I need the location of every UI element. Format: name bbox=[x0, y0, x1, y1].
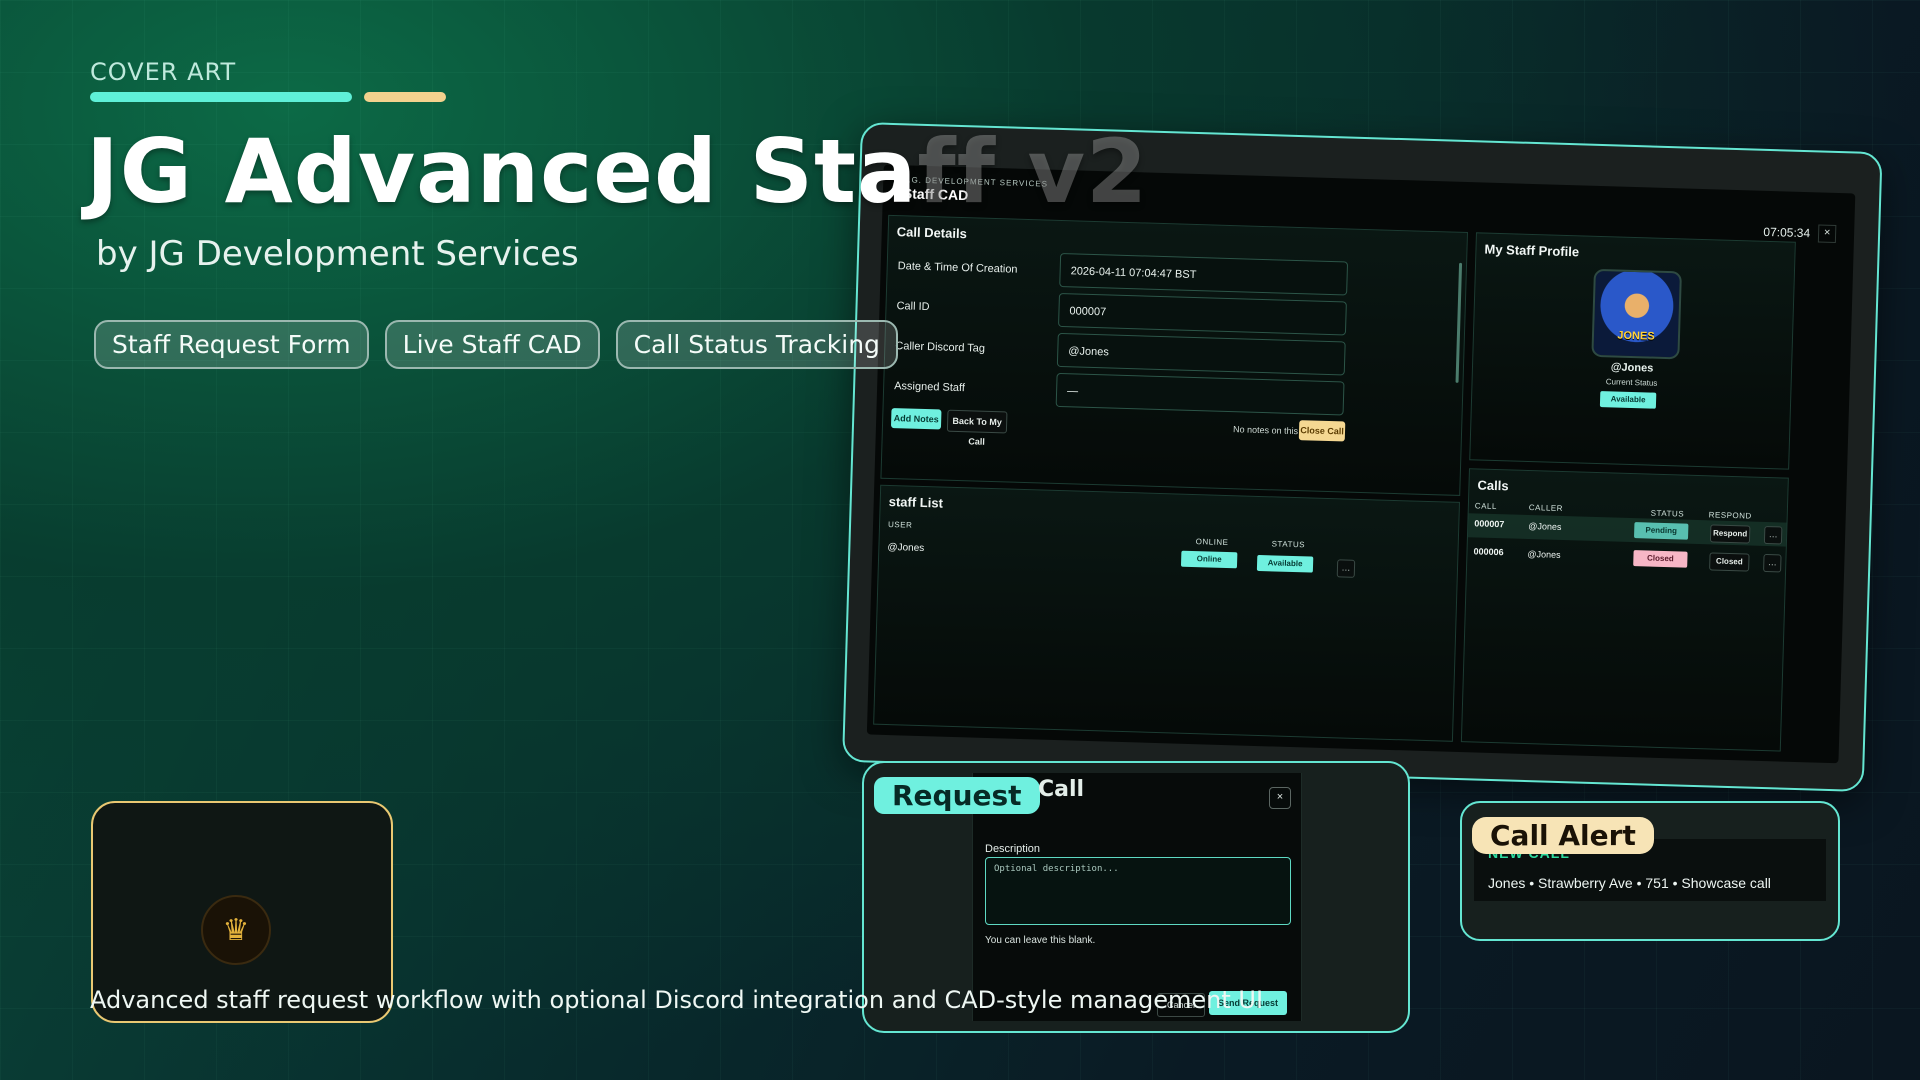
caller: @Jones bbox=[1528, 520, 1562, 532]
panel-title: Call Details bbox=[896, 224, 968, 242]
staff-user: @Jones bbox=[887, 541, 925, 555]
request-tag-tail: Call bbox=[1038, 777, 1085, 802]
back-to-call-button[interactable]: Back To My Call bbox=[946, 409, 1008, 447]
creation-time-field[interactable]: 2026-04-11 07:04:47 BST bbox=[1059, 252, 1349, 296]
online-badge: Online bbox=[1180, 550, 1238, 569]
call-alert-card: NEW CALL Jones • Strawberry Ave • 751 • … bbox=[1460, 801, 1840, 941]
assigned-staff-field[interactable]: — bbox=[1055, 372, 1345, 416]
request-tag: Request bbox=[874, 777, 1040, 814]
table-row[interactable]: 000006 @Jones Closed Closed … bbox=[1467, 541, 1786, 574]
close-icon[interactable]: × bbox=[1269, 787, 1291, 809]
page-title: JG Advanced Staff v2 bbox=[86, 120, 1148, 223]
respond-button[interactable]: Respond bbox=[1709, 524, 1751, 544]
col-header-respond: RESPOND bbox=[1708, 510, 1752, 521]
more-options-icon[interactable]: … bbox=[1336, 559, 1356, 578]
scrollbar[interactable] bbox=[1455, 262, 1463, 383]
more-options-icon[interactable]: … bbox=[1763, 525, 1783, 545]
feature-pill: Call Status Tracking bbox=[615, 320, 898, 369]
panel-title: My Staff Profile bbox=[1484, 241, 1580, 260]
staff-cad-window: / J.G. DEVELOPMENT SERVICES Staff CAD 07… bbox=[866, 164, 1856, 764]
title-text: JG Advanced Sta bbox=[86, 120, 918, 223]
help-text: You can leave this blank. bbox=[985, 935, 1096, 946]
jg-development-logo-icon: ♛ bbox=[201, 895, 271, 965]
add-notes-button[interactable]: Add Notes bbox=[890, 408, 942, 430]
caller-tag-field[interactable]: @Jones bbox=[1056, 332, 1346, 376]
clock: 07:05:34 bbox=[1763, 224, 1811, 241]
staff-list-panel: staff List USER ONLINE STATUS @Jones Onl… bbox=[873, 484, 1460, 742]
description-label: Description bbox=[985, 843, 1041, 855]
call-id: 000007 bbox=[1474, 518, 1505, 530]
avatar-label: JONES bbox=[1617, 329, 1655, 343]
alert-details: Jones • Strawberry Ave • 751 • Showcase … bbox=[1488, 875, 1771, 891]
feature-pills: Staff Request Form Live Staff CAD Call S… bbox=[94, 320, 898, 369]
description-input[interactable]: Optional description... bbox=[985, 857, 1291, 925]
feature-pill: Staff Request Form bbox=[94, 320, 369, 369]
field-label: Call ID bbox=[896, 300, 930, 314]
avatar: JONES bbox=[1591, 268, 1682, 360]
closed-button[interactable]: Closed bbox=[1709, 552, 1750, 572]
alert-tag: Call Alert bbox=[1472, 817, 1654, 854]
cover-kicker: COVER ART bbox=[90, 58, 237, 86]
availability-badge: Available bbox=[1256, 554, 1314, 573]
title-text-faded: ff v2 bbox=[917, 120, 1149, 223]
close-icon[interactable]: × bbox=[1817, 224, 1837, 243]
caller: @Jones bbox=[1527, 548, 1561, 560]
cover-description: Advanced staff request workflow with opt… bbox=[90, 986, 1264, 1014]
field-label: Assigned Staff bbox=[894, 380, 966, 395]
calls-panel: Calls CALL CALLER STATUS RESPOND 000007 … bbox=[1460, 468, 1789, 752]
accent-bar-teal bbox=[90, 92, 352, 102]
call-id: 000006 bbox=[1473, 546, 1504, 558]
field-label: Date & Time Of Creation bbox=[897, 260, 1018, 276]
panel-title: staff List bbox=[888, 493, 944, 511]
col-header-user: USER bbox=[887, 519, 913, 530]
byline: by JG Development Services bbox=[96, 234, 579, 274]
close-call-button[interactable]: Close Call bbox=[1298, 420, 1346, 442]
more-options-icon[interactable]: … bbox=[1763, 553, 1782, 573]
status-badge[interactable]: Available bbox=[1599, 391, 1657, 409]
col-header-online: ONLINE bbox=[1195, 537, 1229, 548]
call-id-field[interactable]: 000007 bbox=[1058, 292, 1347, 336]
col-header-status: STATUS bbox=[1271, 539, 1306, 550]
feature-pill: Live Staff CAD bbox=[384, 320, 600, 369]
accent-bar-gold bbox=[364, 92, 446, 102]
status-badge: Pending bbox=[1633, 522, 1689, 540]
panel-title: Calls bbox=[1477, 477, 1509, 494]
status-badge: Closed bbox=[1633, 550, 1688, 568]
field-label: Caller Discord Tag bbox=[895, 340, 986, 355]
col-header-caller: CALLER bbox=[1528, 502, 1564, 513]
col-header-status: STATUS bbox=[1650, 508, 1685, 519]
staff-profile-panel: My Staff Profile JONES @Jones Current St… bbox=[1469, 232, 1796, 470]
col-header-call: CALL bbox=[1474, 501, 1498, 512]
call-details-panel: Call Details Date & Time Of Creation 202… bbox=[880, 214, 1469, 496]
